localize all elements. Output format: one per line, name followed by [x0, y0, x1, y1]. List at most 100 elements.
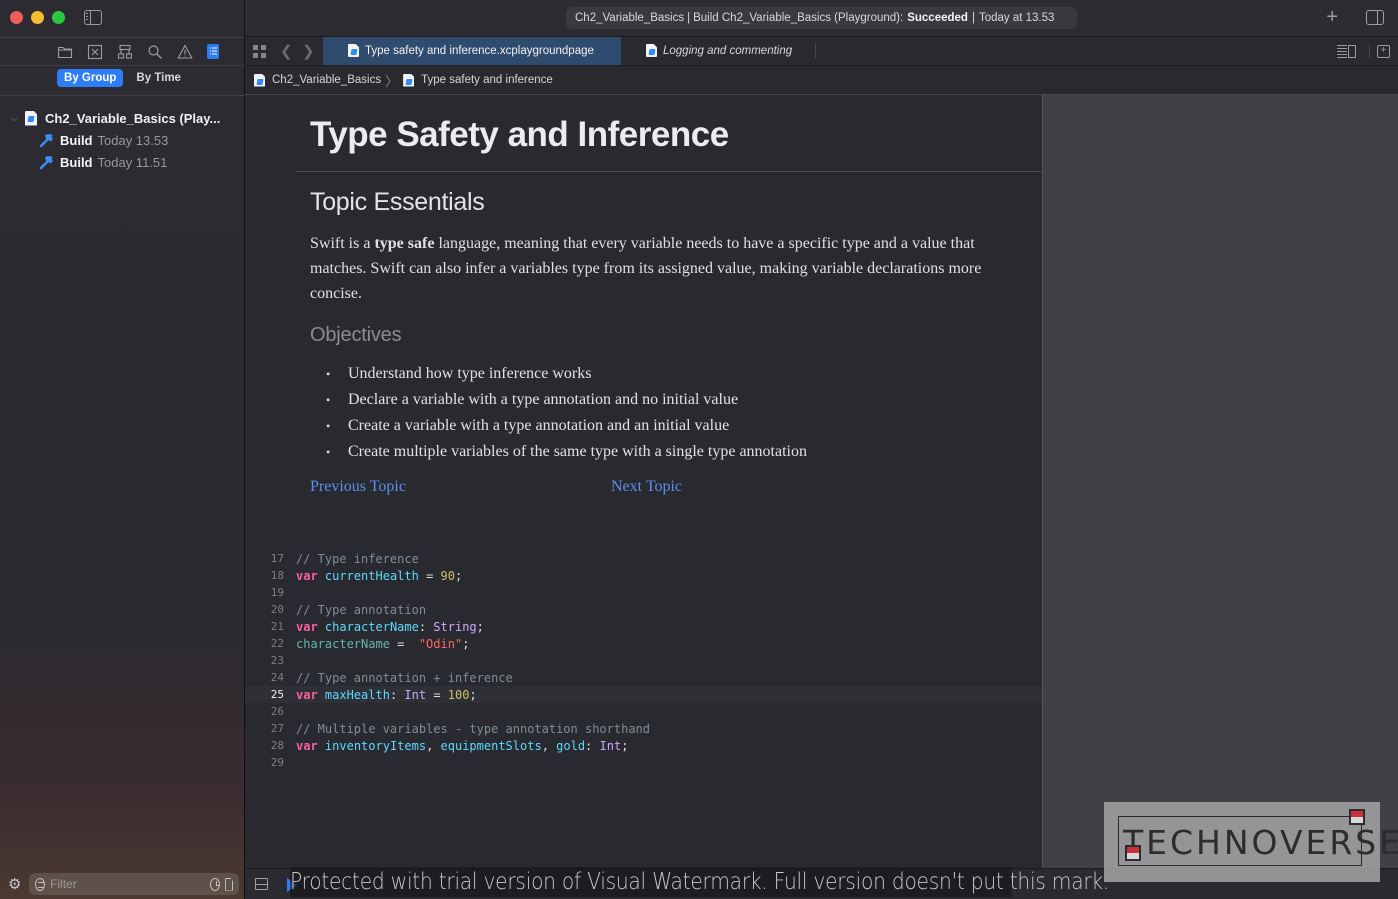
tree-item-build[interactable]: Build Today 11.51 [0, 151, 245, 173]
build-time: Today 13.53 [97, 132, 169, 148]
chip-icon [1349, 809, 1365, 825]
line-number[interactable]: 26 [245, 705, 284, 718]
rendered-markup: Type Safety and Inference Topic Essentia… [296, 95, 1042, 515]
breadcrumb: Ch2_Variable_Basics 〉 Type safety and in… [245, 66, 1398, 95]
tree-item-project[interactable]: ⌵ Ch2_Variable_Basics (Play... [0, 107, 245, 129]
code-line[interactable]: 21 var characterName: String; [245, 618, 1042, 635]
editor-options-icon[interactable] [1337, 45, 1356, 58]
code-line[interactable]: 25 var maxHealth: Int = 100; [245, 686, 1042, 703]
emphasis: type safe [374, 235, 435, 252]
code-token: gold [556, 738, 586, 753]
minimize-window-button[interactable] [31, 11, 44, 24]
gear-icon[interactable]: ⚙ [8, 877, 23, 892]
line-number[interactable]: 25 [245, 688, 284, 701]
code-token: // Type annotation [296, 602, 427, 617]
recent-clock-icon[interactable] [210, 877, 221, 891]
objectives-list: • Understand how type inference works • De… [296, 347, 1042, 465]
code-line[interactable]: 23 [245, 652, 1042, 669]
by-group-segment[interactable]: By Group [57, 69, 124, 87]
zoom-window-button[interactable] [52, 11, 65, 24]
hammer-icon [39, 156, 53, 170]
report-icon[interactable] [206, 44, 219, 59]
code-token: inventoryItems [324, 738, 427, 753]
code-token: ; [621, 738, 629, 753]
find-icon[interactable] [147, 44, 163, 60]
toggle-inspector-icon[interactable] [1366, 10, 1384, 25]
toggle-debug-area-icon[interactable] [255, 878, 268, 890]
previous-topic-link[interactable]: Previous Topic [310, 478, 406, 496]
breadcrumb-item-project[interactable]: Ch2_Variable_Basics [272, 74, 381, 86]
code-line[interactable]: 26 [245, 703, 1042, 720]
code-line[interactable]: 19 [245, 584, 1042, 601]
add-library-button[interactable]: + [1326, 7, 1338, 27]
code-token: var [296, 568, 318, 583]
code-token: , [541, 738, 557, 753]
add-editor-icon[interactable]: + [1377, 45, 1390, 58]
line-number[interactable]: 22 [245, 637, 284, 650]
code-token: = [418, 568, 441, 583]
divider [815, 44, 816, 58]
line-number[interactable]: 18 [245, 569, 284, 582]
list-item: • Create a variable with a type annotatio… [326, 417, 730, 434]
code-line[interactable]: 28 var inventoryItems, equipmentSlots, go… [245, 737, 1042, 754]
code-line[interactable]: 22 characterName = "Odin"; [245, 635, 1042, 652]
line-number[interactable]: 27 [245, 722, 284, 735]
line-number[interactable]: 24 [245, 671, 284, 684]
filter-icon [35, 877, 46, 891]
divider [1369, 45, 1370, 58]
report-grouping-control: By Group By Time [0, 69, 245, 87]
hammer-icon [39, 134, 53, 148]
watermark-logo: TECHNOVERSE [1104, 802, 1398, 882]
tree-item-build[interactable]: Build Today 13.53 [0, 129, 245, 151]
by-time-segment[interactable]: By Time [129, 69, 188, 87]
breadcrumb-item-page[interactable]: Type safety and inference [421, 74, 553, 86]
navigator-sidebar: By Group By Time ⌵ Ch2_Variable_Basics (… [0, 0, 245, 899]
chevron-down-icon[interactable]: ⌵ [11, 113, 21, 124]
line-number[interactable]: 23 [245, 654, 284, 667]
code-token: Int [404, 687, 427, 702]
code-block[interactable]: 17 // Type inference 18 var currentHealth =… [245, 550, 1042, 771]
forward-chevron-icon[interactable]: ❯ [302, 42, 315, 60]
chip-icon [1125, 845, 1141, 861]
line-number[interactable]: 21 [245, 620, 284, 633]
navigator-filter-bar: ⚙ [0, 869, 245, 899]
related-items-grid-icon[interactable] [253, 45, 266, 58]
line-number[interactable]: 29 [245, 756, 284, 769]
code-line[interactable]: 18 var currentHealth = 90; [245, 567, 1042, 584]
code-token: // Multiple variables - type annotation … [296, 721, 651, 736]
code-line[interactable]: 24 // Type annotation + inference [245, 669, 1042, 686]
code-line[interactable]: 17 // Type inference [245, 550, 1042, 567]
close-window-button[interactable] [10, 11, 23, 24]
back-chevron-icon[interactable]: ❮ [280, 42, 293, 60]
code-token: String [433, 619, 477, 634]
document-icon[interactable] [225, 877, 233, 891]
line-number[interactable]: 28 [245, 739, 284, 752]
filter-input[interactable] [50, 877, 206, 891]
results-sidebar [1042, 95, 1398, 868]
code-line[interactable]: 29 [245, 754, 1042, 771]
code-token: currentHealth [324, 568, 419, 583]
folder-icon[interactable] [57, 44, 73, 60]
code-line[interactable]: 20 // Type annotation [245, 601, 1042, 618]
build-label: Build [60, 154, 93, 170]
code-token: = [389, 636, 419, 651]
code-token: , [426, 738, 441, 753]
filter-field[interactable] [29, 873, 239, 895]
code-line[interactable]: 27 // Multiple variables - type annotatio… [245, 720, 1042, 737]
source-editor[interactable]: Type Safety and Inference Topic Essentia… [245, 95, 1042, 868]
logo-frame: TECHNOVERSE [1118, 809, 1398, 866]
issue-warning-icon[interactable] [176, 43, 193, 60]
line-number[interactable]: 20 [245, 603, 284, 616]
source-control-icon[interactable] [87, 44, 103, 60]
tab-logging[interactable]: Logging and commenting [621, 37, 811, 65]
project-label: Ch2_Variable_Basics (Play... [45, 110, 221, 126]
tab-type-safety[interactable]: Type safety and inference.xcplaygroundpa… [323, 37, 621, 65]
line-number[interactable]: 17 [245, 552, 284, 565]
line-number[interactable]: 19 [245, 586, 284, 599]
symbol-hierarchy-icon[interactable] [117, 44, 133, 60]
toggle-navigator-icon[interactable] [84, 10, 102, 25]
next-topic-link[interactable]: Next Topic [611, 478, 682, 496]
list-item: • Declare a variable with a type annotati… [326, 391, 739, 408]
